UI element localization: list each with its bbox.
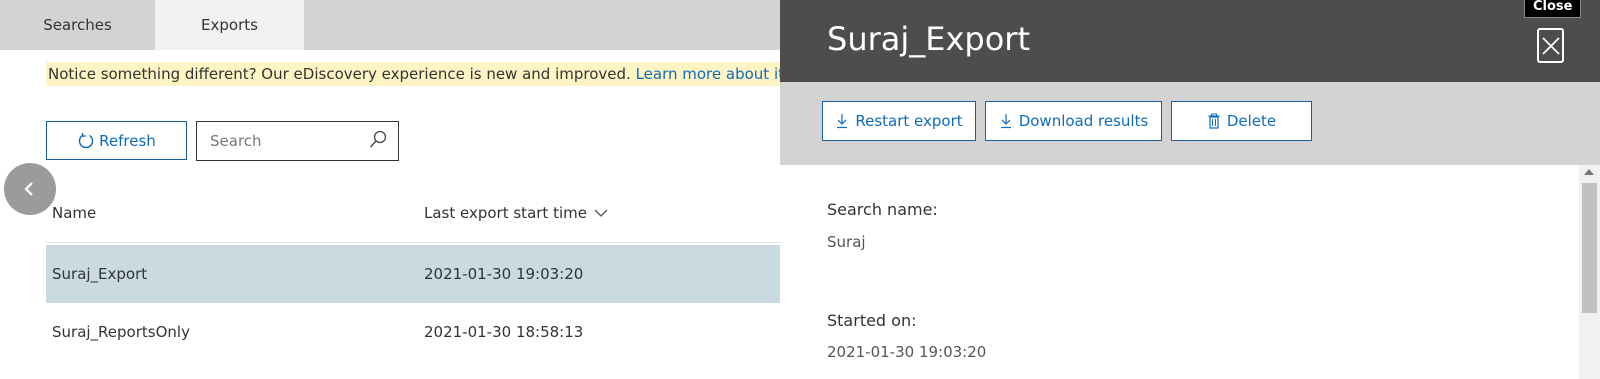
delete-label: Delete [1226,112,1277,130]
delete-button[interactable]: Delete [1171,101,1312,141]
download-icon [1000,114,1011,129]
tab-searches[interactable]: Searches [0,0,155,50]
column-header-name[interactable]: Name [52,201,96,225]
download-icon [837,114,848,129]
panel-header: Suraj_Export Close [780,0,1600,82]
restart-export-label: Restart export [855,112,963,130]
learn-more-link[interactable]: Learn more about it. [636,65,789,83]
header-divider [46,242,780,243]
row-name: Suraj_Export [52,265,148,283]
scroll-up-arrow-icon[interactable] [1584,169,1594,175]
details-panel: Suraj_Export Close Restart export Downlo… [780,0,1600,379]
tab-bar: Searches Exports [0,0,780,50]
row-name: Suraj_ReportsOnly [52,323,190,341]
column-header-last-export-label: Last export start time [424,204,587,222]
tab-exports[interactable]: Exports [155,0,304,50]
download-results-button[interactable]: Download results [985,101,1162,141]
chevron-left-icon [24,182,33,196]
close-button[interactable] [1537,28,1564,63]
table-row[interactable]: Suraj_ReportsOnly 2021-01-30 18:58:13 [46,303,780,361]
notice-banner: Notice something different? Our eDiscove… [46,62,791,86]
close-icon [1541,36,1560,55]
row-time: 2021-01-30 18:58:13 [424,323,584,341]
action-bar: Restart export Download results Delete [780,82,1600,165]
row-time: 2021-01-30 19:03:20 [424,265,584,283]
notice-text: Notice something different? Our eDiscove… [48,65,631,83]
search-name-label: Search name: [827,200,938,219]
panel-title: Suraj_Export [827,20,1030,58]
refresh-button-label: Refresh [99,131,156,150]
chevron-down-icon[interactable] [593,207,609,219]
collapse-panel-button[interactable] [4,163,56,215]
search-icon[interactable] [368,130,388,150]
search-input[interactable] [197,122,362,160]
download-results-label: Download results [1018,112,1149,130]
column-header-last-export[interactable]: Last export start time [424,201,609,225]
close-tooltip: Close [1524,0,1582,18]
scrollbar-thumb[interactable] [1582,183,1597,313]
panel-scrollbar[interactable] [1579,165,1600,379]
started-on-label: Started on: [827,311,917,330]
search-name-value: Suraj [827,233,866,251]
trash-icon [1208,113,1220,129]
restart-export-button[interactable]: Restart export [822,101,976,141]
refresh-button[interactable]: Refresh [46,121,187,160]
started-on-value: 2021-01-30 19:03:20 [827,343,987,361]
refresh-icon [78,132,94,148]
table-row[interactable]: Suraj_Export 2021-01-30 19:03:20 [46,245,780,303]
search-box[interactable] [196,121,399,161]
